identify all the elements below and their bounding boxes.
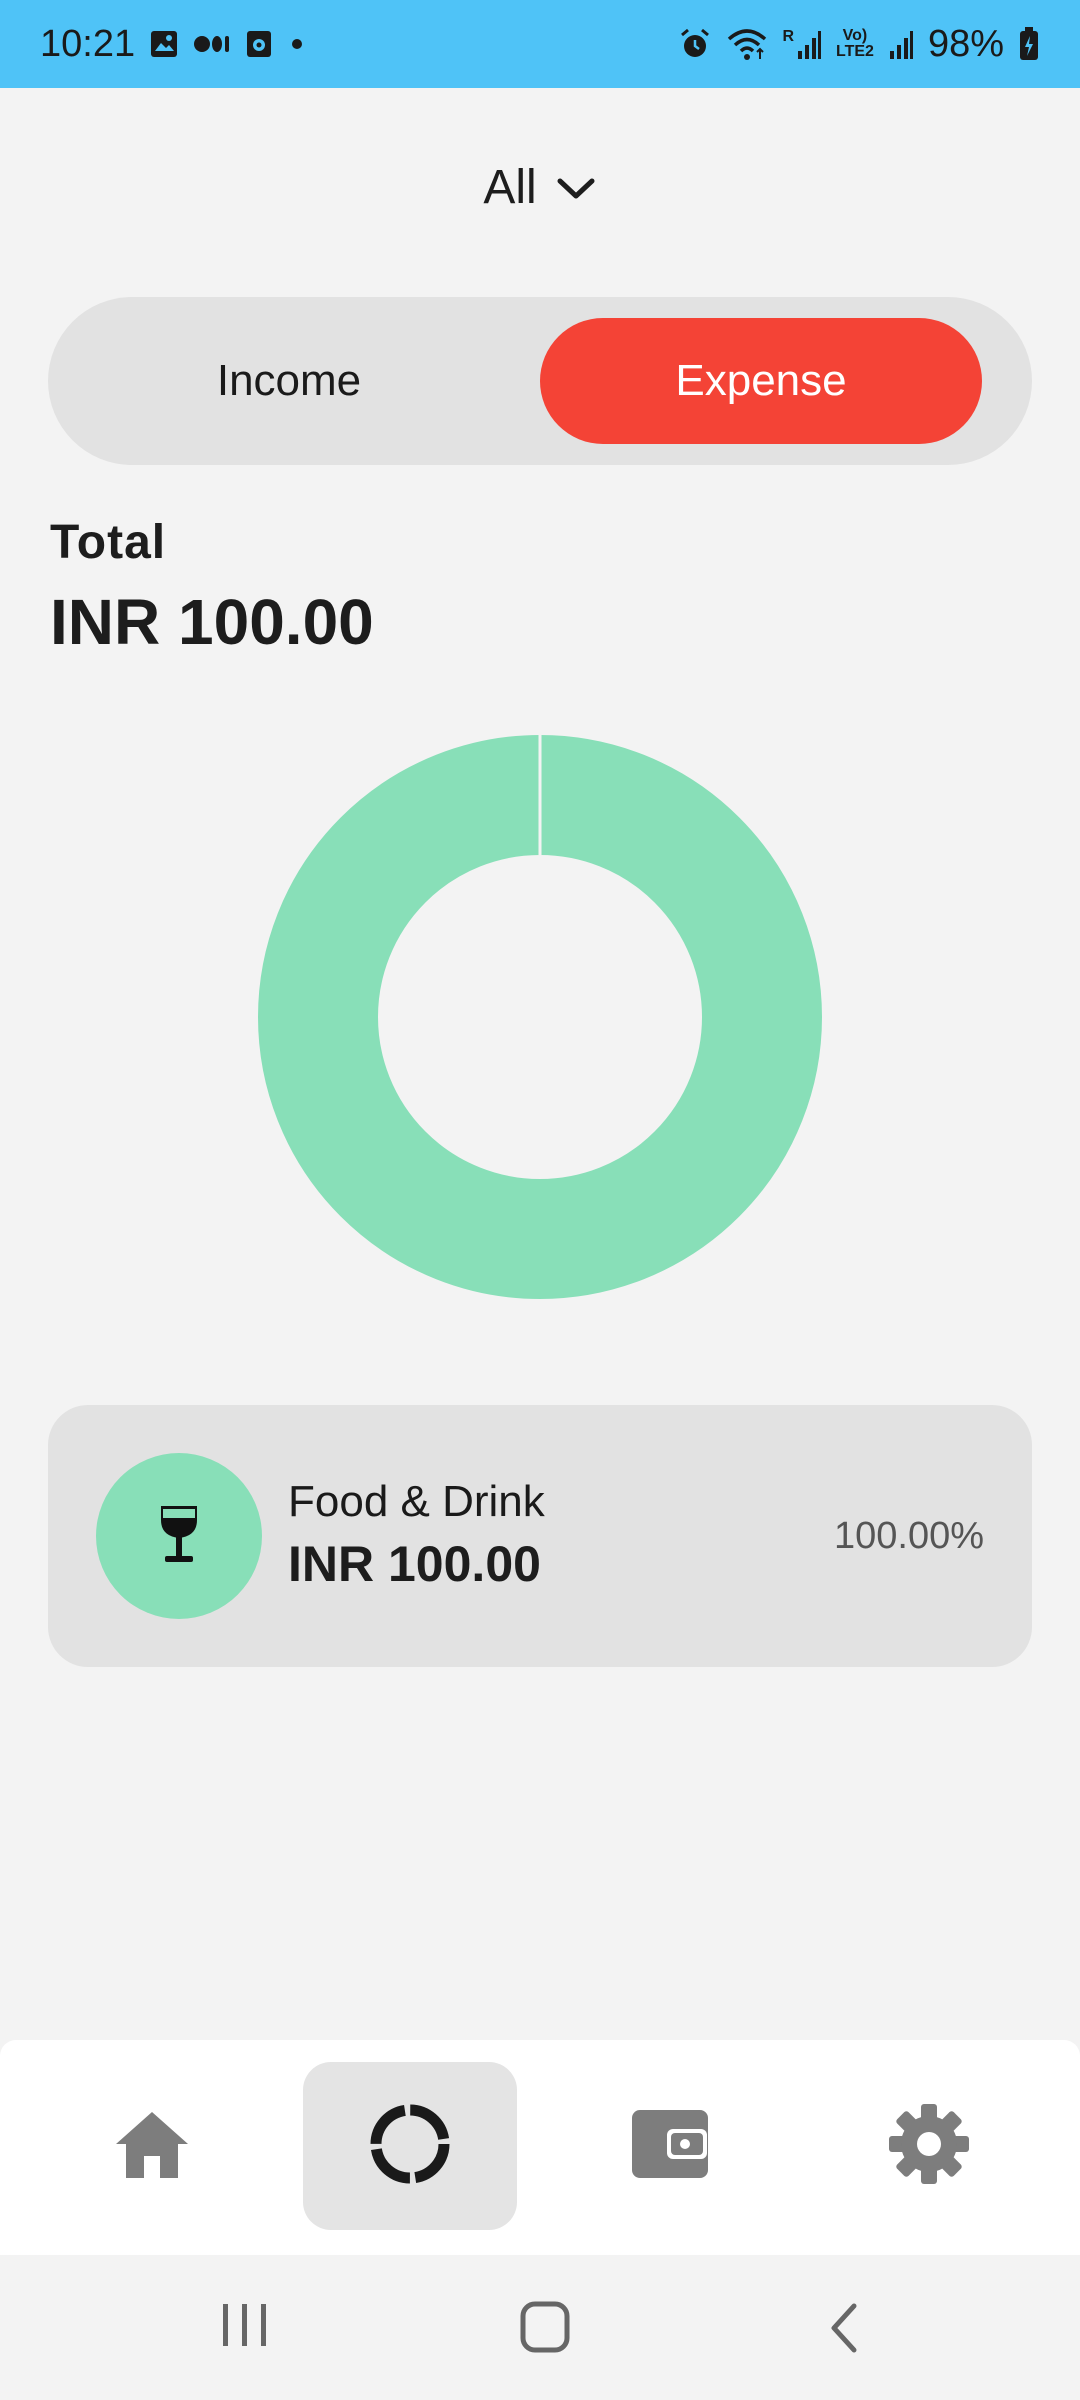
category-percent: 100.00% — [833, 1515, 984, 1557]
income-tab[interactable]: Income — [68, 318, 510, 444]
recent-apps-icon — [215, 2300, 275, 2355]
wifi-icon — [726, 27, 768, 61]
status-bar-left: 10:21 — [40, 23, 307, 66]
home-icon — [112, 2108, 192, 2185]
nav-wallet[interactable] — [563, 2062, 777, 2230]
media-icon — [193, 29, 231, 59]
nav-home[interactable] — [45, 2062, 259, 2230]
home-square-icon — [515, 2300, 575, 2361]
period-filter-dropdown[interactable]: All — [0, 160, 1080, 215]
signal-1-icon: R — [782, 27, 822, 61]
category-row[interactable]: Food & Drink INR 100.00 100.00% — [48, 1405, 1032, 1667]
income-tab-label: Income — [216, 356, 362, 405]
nav-stats[interactable] — [303, 2062, 517, 2230]
system-navigation-bar — [0, 2255, 1080, 2400]
gallery-icon — [149, 29, 179, 59]
expense-tab[interactable]: Expense — [540, 318, 982, 444]
wine-glass-icon — [157, 1504, 201, 1569]
expense-donut-chart — [258, 735, 822, 1299]
category-icon-circle — [96, 1453, 262, 1619]
sim-label: R — [782, 28, 794, 45]
expense-tab-label: Expense — [675, 356, 847, 405]
status-bar-right: R Vo) LTE2 98% — [678, 23, 1040, 66]
more-notifications-dot-icon — [287, 34, 307, 54]
volte-label-top: Vo) — [842, 27, 868, 44]
wallet-icon — [629, 2107, 711, 2186]
category-amount: INR 100.00 — [288, 1536, 541, 1592]
volte-label-bottom: LTE2 — [836, 43, 874, 60]
back-button[interactable] — [820, 2300, 870, 2361]
status-bar: 10:21 R Vo) LTE2 98% — [0, 0, 1080, 88]
chevron-down-icon — [555, 160, 597, 215]
signal-2-icon — [888, 27, 914, 61]
bottom-navigation — [0, 2040, 1080, 2255]
app-notification-icon — [245, 29, 273, 59]
total-value: INR 100.00 — [50, 586, 374, 658]
income-expense-toggle: Income Expense — [48, 297, 1032, 465]
category-name: Food & Drink — [288, 1477, 545, 1526]
battery-charging-icon — [1018, 26, 1040, 62]
alarm-icon — [678, 27, 712, 61]
volte-icon: Vo) LTE2 — [836, 28, 874, 60]
recent-apps-button[interactable] — [215, 2300, 275, 2355]
home-system-button[interactable] — [515, 2300, 575, 2361]
donut-chart-icon — [368, 2102, 452, 2191]
total-label: Total — [50, 516, 167, 569]
donut-slice-food-drink — [258, 735, 822, 1299]
gear-icon — [887, 2102, 971, 2191]
period-filter-label: All — [483, 161, 537, 214]
status-time: 10:21 — [40, 22, 136, 65]
nav-settings[interactable] — [822, 2062, 1036, 2230]
back-chevron-icon — [820, 2300, 870, 2361]
battery-percent: 98% — [927, 22, 1004, 65]
